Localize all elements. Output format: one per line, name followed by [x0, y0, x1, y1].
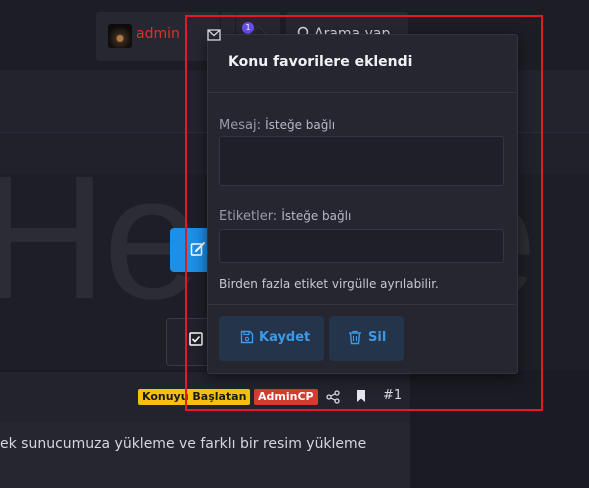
post-body [0, 422, 410, 488]
username-link[interactable]: admin [136, 26, 180, 42]
highlight-box [185, 15, 543, 411]
avatar [108, 24, 132, 48]
post-text: ek sunucumuza yükleme ve farklı bir resi… [0, 436, 367, 452]
